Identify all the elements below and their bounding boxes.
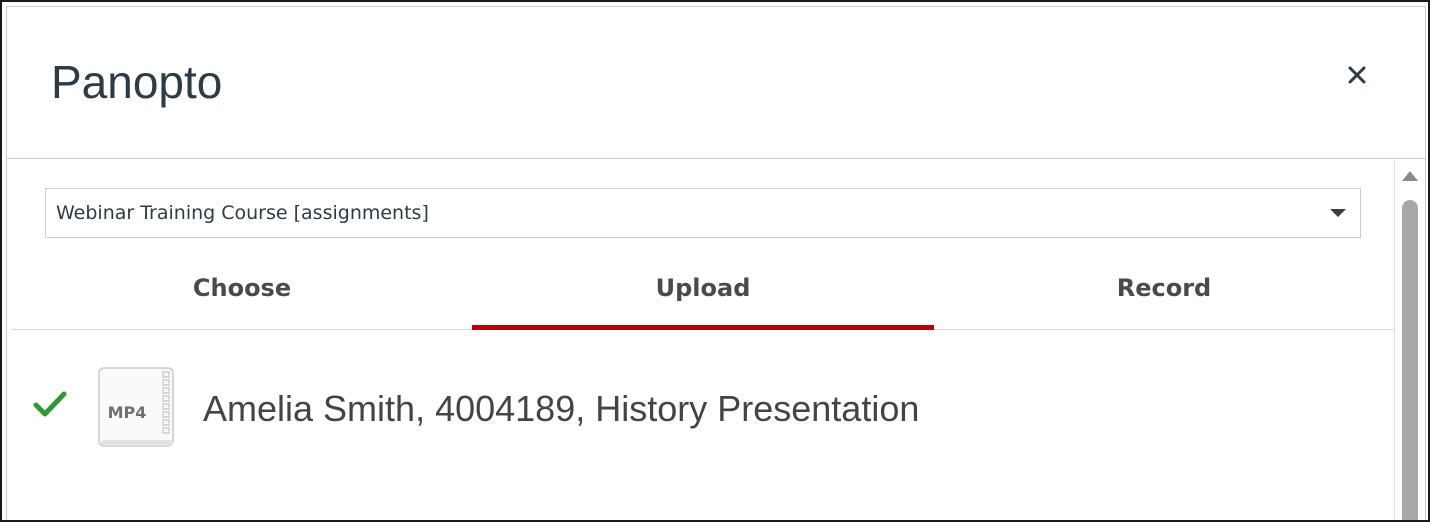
tab-upload-label: Upload	[655, 274, 751, 302]
close-button[interactable]	[1341, 59, 1373, 91]
tab-record-label: Record	[1116, 274, 1212, 302]
screenshot-frame: Panopto Webinar Training Course [assignm…	[0, 0, 1430, 522]
active-tab-indicator	[472, 325, 934, 330]
scroll-up-arrow-icon[interactable]	[1402, 171, 1418, 181]
vertical-scrollbar[interactable]	[1397, 160, 1425, 520]
folder-select[interactable]: Webinar Training Course [assignments]	[45, 188, 1361, 238]
uploaded-file-row: MP4 Amelia Smith, 4004189, History Prese…	[7, 360, 1391, 450]
file-type-label: MP4	[108, 403, 147, 422]
close-icon	[1348, 66, 1366, 84]
check-icon	[33, 391, 67, 417]
dialog-body: Webinar Training Course [assignments] Ch…	[7, 160, 1395, 520]
tab-bar: Choose Upload Record	[11, 264, 1395, 330]
dialog-header: Panopto	[7, 7, 1425, 159]
tab-choose[interactable]: Choose	[11, 264, 473, 330]
panopto-dialog: Panopto Webinar Training Course [assignm…	[6, 6, 1426, 520]
folder-select-value: Webinar Training Course [assignments]	[56, 202, 429, 224]
chevron-down-icon	[1330, 209, 1346, 217]
dialog-title: Panopto	[51, 56, 223, 108]
scroll-thumb[interactable]	[1402, 200, 1418, 520]
tab-upload[interactable]: Upload	[472, 264, 934, 330]
file-name: Amelia Smith, 4004189, History Presentat…	[203, 388, 920, 429]
mp4-file-icon: MP4	[98, 367, 174, 447]
tab-choose-label: Choose	[192, 274, 292, 302]
tab-record[interactable]: Record	[933, 264, 1395, 330]
